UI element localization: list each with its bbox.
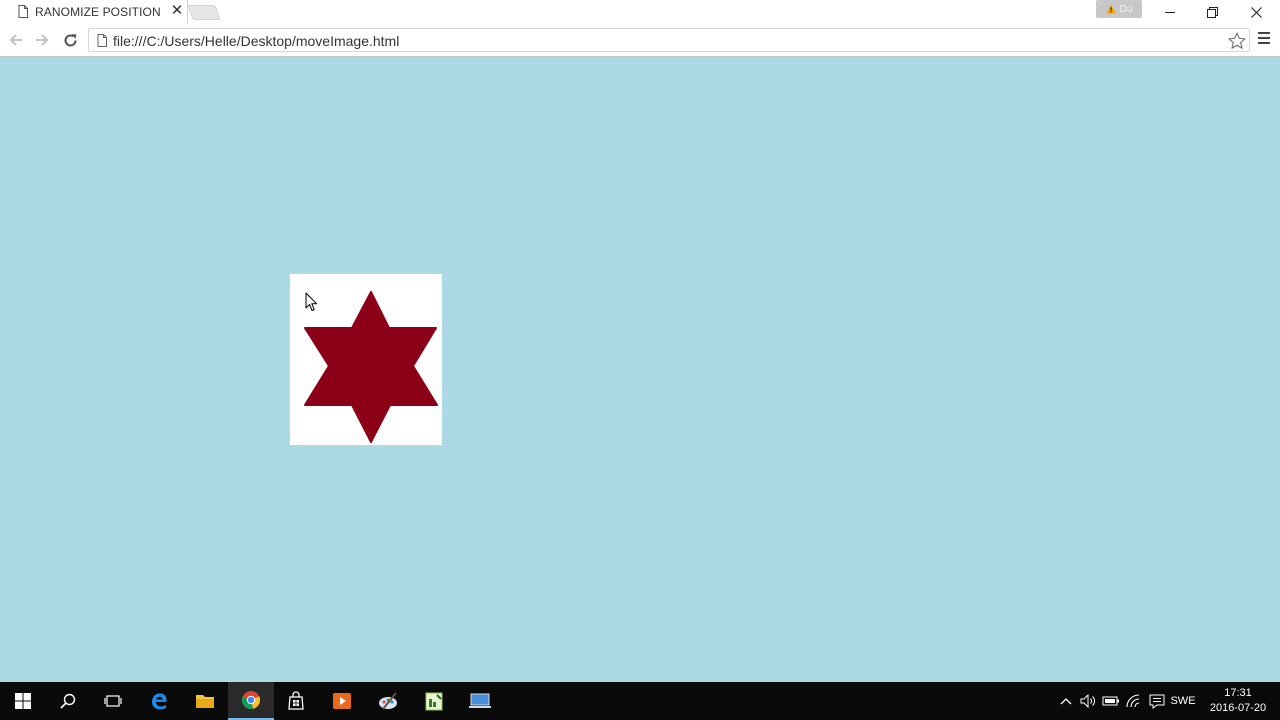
- start-button[interactable]: [0, 682, 46, 720]
- taskbar-search-button[interactable]: [45, 682, 91, 720]
- minimize-button[interactable]: [1150, 0, 1190, 24]
- close-icon: [1250, 6, 1262, 18]
- new-tab-button[interactable]: [187, 5, 221, 20]
- tab-title: RANOMIZE POSITION: [35, 5, 161, 19]
- chrome-icon: [241, 691, 261, 710]
- volume-icon: [1080, 694, 1095, 708]
- page-content: [0, 57, 1280, 682]
- taskbar-edge[interactable]: [136, 682, 182, 720]
- file-explorer-icon: [196, 695, 214, 708]
- restore-button[interactable]: [1192, 0, 1232, 24]
- task-view-button[interactable]: [90, 682, 136, 720]
- profile-button[interactable]: Du: [1096, 0, 1142, 18]
- taskbar-clock[interactable]: 17:31 2016-07-20: [1206, 686, 1270, 716]
- edge-icon: [152, 693, 167, 710]
- forward-button[interactable]: [32, 30, 52, 50]
- reload-icon: [64, 33, 76, 46]
- media-player-icon: [333, 693, 351, 709]
- taskbar-paint[interactable]: [365, 682, 411, 720]
- input-language-indicator[interactable]: SWE: [1168, 682, 1198, 720]
- taskbar-store[interactable]: [273, 682, 319, 720]
- chevron-up-icon: [1060, 698, 1072, 705]
- battery-icon: [1102, 696, 1119, 706]
- mouse-cursor-icon: [305, 292, 317, 311]
- page-document-icon: [18, 5, 28, 18]
- wifi-icon: [1126, 694, 1140, 708]
- tray-action-center[interactable]: [1146, 682, 1168, 720]
- browser-menu-button[interactable]: [1254, 31, 1274, 51]
- windows-taskbar: SWE 17:31 2016-07-20: [0, 682, 1280, 720]
- address-bar[interactable]: file:///C:/Users/Helle/Desktop/moveImage…: [88, 28, 1250, 52]
- clock-date: 2016-07-20: [1209, 702, 1267, 714]
- search-icon: [60, 693, 76, 709]
- bookmark-button[interactable]: [1227, 31, 1247, 51]
- store-icon: [288, 691, 304, 710]
- reload-button[interactable]: [60, 30, 80, 50]
- taskbar-file-explorer[interactable]: [182, 682, 228, 720]
- close-window-button[interactable]: [1236, 0, 1276, 24]
- paint-icon: [379, 692, 397, 710]
- hamburger-menu-icon: [1258, 32, 1270, 34]
- star-outline-icon: [1228, 32, 1246, 49]
- minimize-icon: [1165, 12, 1175, 13]
- tray-volume[interactable]: [1078, 682, 1098, 720]
- taskbar-notepad-plus[interactable]: [411, 682, 457, 720]
- tab-close-button[interactable]: ✕: [170, 3, 184, 18]
- taskbar-media-player[interactable]: [319, 682, 365, 720]
- url-text[interactable]: file:///C:/Users/Helle/Desktop/moveImage…: [113, 33, 399, 49]
- tray-overflow-button[interactable]: [1058, 682, 1074, 720]
- back-arrow-icon: [9, 34, 22, 46]
- clock-time: 17:31: [1224, 687, 1252, 699]
- warning-icon: [1105, 4, 1116, 14]
- profile-name: Du: [1119, 3, 1133, 15]
- windows-start-icon: [15, 693, 31, 709]
- page-info-icon[interactable]: [97, 34, 107, 47]
- restore-icon: [1206, 6, 1218, 18]
- tray-battery[interactable]: [1101, 682, 1121, 720]
- notepad-plus-icon: [425, 692, 443, 711]
- back-button[interactable]: [6, 30, 26, 50]
- taskbar-remote-desktop[interactable]: [457, 682, 503, 720]
- action-center-icon: [1149, 694, 1165, 709]
- tab-active[interactable]: RANOMIZE POSITION ✕: [2, 0, 188, 24]
- task-view-icon: [104, 695, 122, 707]
- browser-toolbar: file:///C:/Users/Helle/Desktop/moveImage…: [0, 24, 1280, 57]
- forward-arrow-icon: [36, 34, 49, 46]
- taskbar-chrome[interactable]: [228, 682, 274, 720]
- browser-titlebar: RANOMIZE POSITION ✕ Du: [0, 0, 1280, 24]
- tray-network[interactable]: [1124, 682, 1146, 720]
- remote-desktop-icon: [469, 693, 491, 708]
